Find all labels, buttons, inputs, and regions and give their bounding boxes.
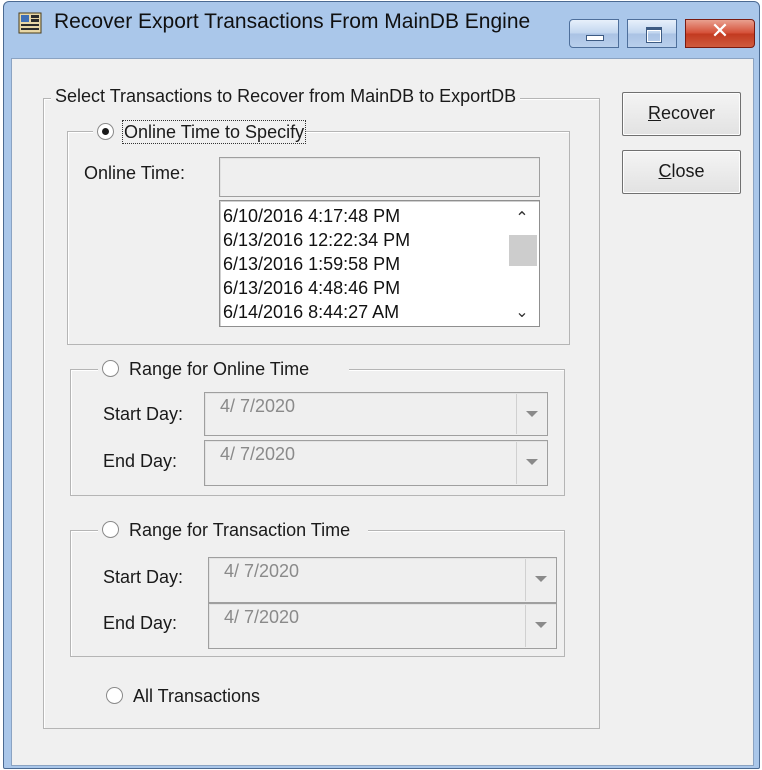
app-icon[interactable] [18,12,42,34]
close-mnemonic: C [658,161,672,181]
listbox-scrollbar[interactable]: ⌃ ⌄ [506,202,538,325]
chevron-down-icon[interactable] [516,394,546,434]
range-online-start-combo[interactable]: 4/ 7/2020 [204,392,548,436]
chevron-up-icon[interactable]: ⌃ [506,205,538,231]
range-transaction-start-label: Start Day: [103,567,184,587]
range-transaction-start-value: 4/ 7/2020 [224,561,300,581]
all-transactions-radio[interactable] [106,687,123,704]
range-transaction-start-combo[interactable]: 4/ 7/2020 [208,557,557,603]
recover-mnemonic: R [647,103,661,123]
close-button[interactable]: Close [622,150,741,194]
range-online-option[interactable]: Range for Online Time [98,358,350,380]
range-transaction-option[interactable]: Range for Transaction Time [98,519,369,541]
close-window-button[interactable]: ✕ [685,19,755,48]
chevron-down-icon[interactable] [525,605,555,647]
list-item[interactable]: 6/13/2016 12:22:34 PM [223,228,410,252]
online-time-label: Online Time: [84,163,186,183]
range-online-start-value: 4/ 7/2020 [220,396,296,416]
minimize-button[interactable] [569,19,619,48]
online-time-listbox[interactable]: 6/10/2016 4:17:48 PM 6/13/2016 12:22:34 … [219,200,540,327]
close-icon: ✕ [710,19,730,44]
range-online-end-value: 4/ 7/2020 [220,444,296,464]
range-online-end-combo[interactable]: 4/ 7/2020 [204,440,548,486]
chevron-down-icon[interactable]: ⌄ [506,299,538,325]
select-transactions-legend: Select Transactions to Recover from Main… [51,85,521,107]
recover-label: ecover [660,103,716,123]
range-transaction-label: Range for Transaction Time [129,520,351,540]
online-time-field[interactable] [219,157,540,197]
range-online-label: Range for Online Time [129,359,310,379]
range-transaction-end-combo[interactable]: 4/ 7/2020 [208,603,557,649]
window-title: Recover Export Transactions From MainDB … [54,10,531,33]
title-bar[interactable]: Recover Export Transactions From MainDB … [4,2,759,48]
chevron-down-icon[interactable] [525,559,555,601]
online-specify-option[interactable]: Online Time to Specify [93,120,307,144]
dialog-client-area: Select Transactions to Recover from Main… [11,58,754,766]
chevron-down-icon[interactable] [516,442,546,484]
list-item[interactable]: 6/10/2016 4:17:48 PM [223,204,400,228]
range-transaction-end-label: End Day: [103,613,178,633]
maximize-button[interactable] [627,19,677,48]
close-label: lose [671,161,705,181]
scrollbar-thumb[interactable] [509,235,537,266]
list-item[interactable]: 6/14/2016 8:44:27 AM [223,300,399,324]
all-transactions-option[interactable]: All Transactions [106,686,260,707]
recover-button[interactable]: Recover [622,92,741,136]
range-transaction-end-value: 4/ 7/2020 [224,607,300,627]
range-online-radio[interactable] [102,360,119,377]
list-item[interactable]: 6/13/2016 4:48:46 PM [223,276,400,300]
range-transaction-radio[interactable] [102,521,119,538]
list-item[interactable]: 6/13/2016 1:59:58 PM [223,252,400,276]
all-transactions-label: All Transactions [133,686,261,706]
online-specify-radio[interactable] [97,123,114,140]
recover-dialog-window: Recover Export Transactions From MainDB … [3,1,760,769]
online-specify-label: Online Time to Specify [121,120,307,144]
range-online-end-label: End Day: [103,451,178,471]
range-online-start-label: Start Day: [103,404,184,424]
